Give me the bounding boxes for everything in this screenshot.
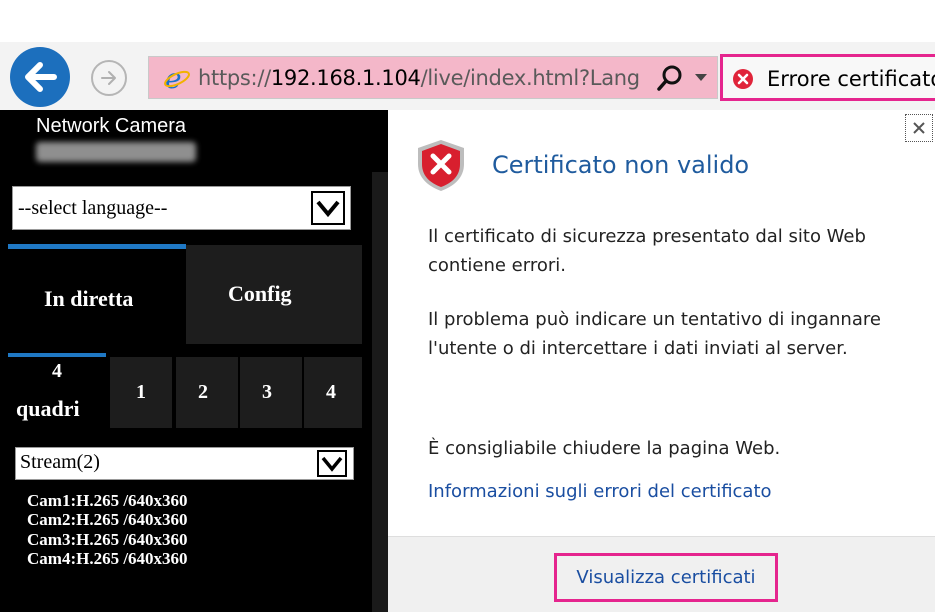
quad-view-number: 4 xyxy=(52,360,62,382)
popup-paragraph: Il problema può indicare un tentativo di… xyxy=(428,309,881,359)
camera-4-label: 4 xyxy=(326,381,336,403)
error-circle-icon xyxy=(733,69,753,89)
chevron-down-icon[interactable] xyxy=(694,70,708,84)
forward-arrow-icon xyxy=(101,71,116,85)
cam-info-line: Cam1:H.265 /640x360 xyxy=(27,491,188,510)
cam-info-line: Cam2:H.265 /640x360 xyxy=(27,510,188,529)
url-prefix: https:// xyxy=(198,66,271,90)
shield-error-icon xyxy=(418,140,464,191)
view-certificates-button[interactable]: Visualizza certificati xyxy=(554,553,778,602)
language-select-value: --select language-- xyxy=(18,197,168,219)
quad-view-label: quadri xyxy=(16,396,80,421)
popup-paragraph: Il certificato di sicurezza presentato d… xyxy=(428,226,866,276)
close-icon xyxy=(913,122,925,134)
back-button[interactable] xyxy=(10,47,70,107)
sidebar-scrollbar[interactable] xyxy=(372,172,388,612)
view-certificates-label: Visualizza certificati xyxy=(576,567,756,588)
cam-info-line: Cam3:H.265 /640x360 xyxy=(27,530,188,549)
tab-live-label: In diretta xyxy=(44,286,134,311)
certificate-errors-link[interactable]: Informazioni sugli errori del certificat… xyxy=(428,481,772,502)
forward-button[interactable] xyxy=(91,60,127,96)
language-dropdown-arrow-icon[interactable] xyxy=(311,191,345,225)
camera-model-blurred xyxy=(36,142,196,162)
url-host: 192.168.1.104 xyxy=(270,66,421,90)
tab-config-label: Config xyxy=(228,281,292,306)
popup-title: Certificato non valido xyxy=(492,151,750,179)
certificate-error-label: Errore certificato xyxy=(767,67,935,91)
ie-logo-icon: e xyxy=(164,64,190,92)
address-bar-url[interactable]: https://192.168.1.104/live/index.html?La… xyxy=(198,64,648,92)
url-path: /live/index.html?Lang xyxy=(420,66,640,90)
close-button[interactable] xyxy=(905,114,933,142)
search-icon[interactable] xyxy=(655,63,685,93)
cam-info-line: Cam4:H.265 /640x360 xyxy=(27,549,188,568)
camera-1-label: 1 xyxy=(136,381,146,403)
stream-dropdown-arrow-icon[interactable] xyxy=(317,450,347,477)
stream-select-value: Stream(2) xyxy=(20,451,100,473)
certificate-error-button[interactable]: Errore certificato xyxy=(720,54,935,101)
popup-paragraph: È consigliabile chiudere la pagina Web. xyxy=(428,438,781,459)
camera-title: Network Camera xyxy=(36,115,187,137)
window-top-strip xyxy=(0,0,935,42)
camera-3-label: 3 xyxy=(262,381,272,403)
back-arrow-icon xyxy=(25,62,57,92)
camera-2-label: 2 xyxy=(198,381,208,403)
